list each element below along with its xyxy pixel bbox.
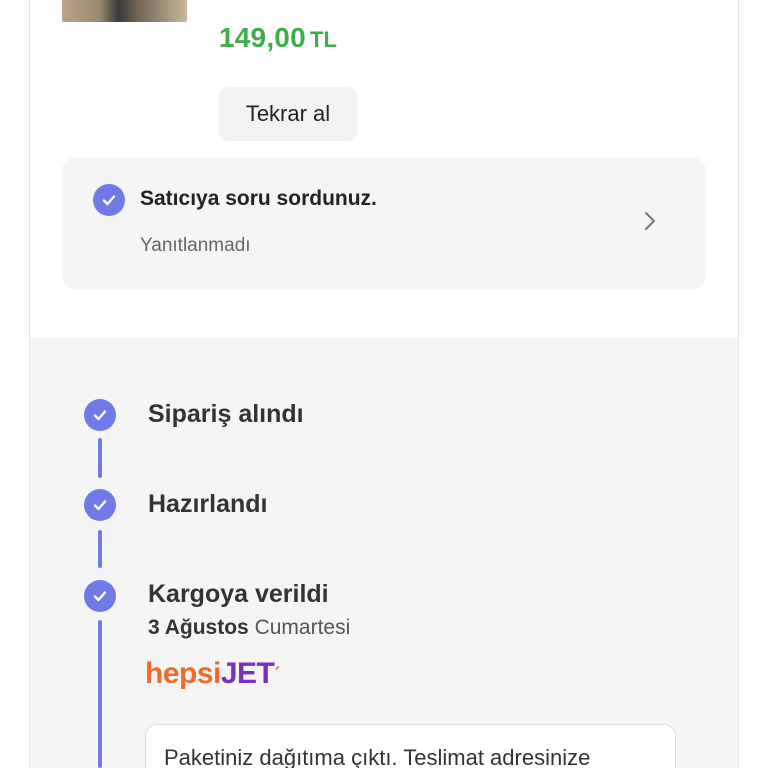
- carrier-logo-mark: ´: [274, 664, 280, 684]
- check-circle-icon: [84, 399, 116, 431]
- product-price: 149,00 TL: [219, 22, 337, 54]
- seller-question-card[interactable]: Satıcıya soru sordunuz. Yanıtlanmadı: [62, 157, 706, 289]
- timeline-connector: [98, 438, 102, 478]
- carrier-logo-part2: JET: [220, 657, 275, 690]
- shipped-date: 3 Ağustos Cumartesi: [148, 616, 350, 640]
- check-circle-icon: [93, 184, 125, 216]
- check-circle-icon: [84, 580, 116, 612]
- price-value: 149,00: [219, 22, 306, 53]
- order-timeline: Sipariş alındı Hazırlandı Kargoya verild…: [30, 338, 738, 768]
- content-border-right: [738, 0, 739, 768]
- question-status: Yanıtlanmadı: [140, 235, 251, 256]
- carrier-logo-part1: hepsi: [145, 657, 221, 690]
- shipped-date-day-month: 3 Ağustos: [148, 616, 249, 639]
- delivery-message-box: Paketiniz dağıtıma çıktı. Teslimat adres…: [145, 724, 676, 768]
- question-title: Satıcıya soru sordunuz.: [140, 187, 377, 210]
- timeline-step-label: Kargoya verildi: [148, 580, 329, 608]
- carrier-logo: hepsiJET´: [145, 656, 280, 692]
- price-currency: TL: [309, 27, 338, 52]
- shipped-date-weekday: Cumartesi: [254, 616, 351, 639]
- timeline-connector: [98, 530, 102, 568]
- product-image[interactable]: [62, 0, 187, 22]
- check-circle-icon: [84, 489, 116, 521]
- chevron-right-icon[interactable]: [640, 209, 660, 233]
- timeline-step-label: Sipariş alındı: [148, 400, 304, 428]
- delivery-message: Paketiniz dağıtıma çıktı. Teslimat adres…: [164, 745, 591, 768]
- timeline-connector: [98, 620, 102, 768]
- timeline-step-label: Hazırlandı: [148, 490, 268, 518]
- reorder-button[interactable]: Tekrar al: [219, 87, 357, 141]
- order-detail-page: 149,00 TL Tekrar al Satıcıya soru sordunu…: [0, 0, 768, 768]
